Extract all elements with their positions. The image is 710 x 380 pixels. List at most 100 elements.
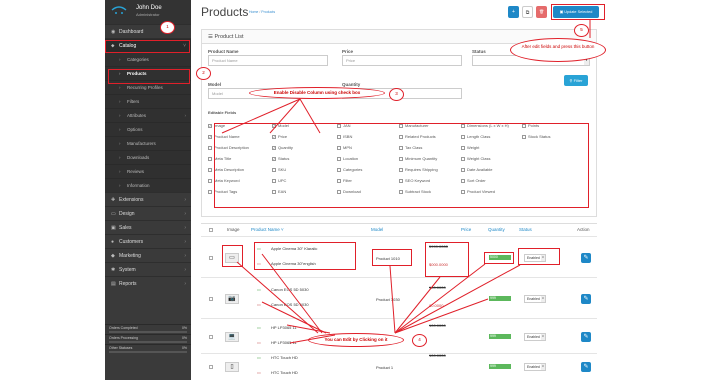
menu-sales[interactable]: ▣ Sales › bbox=[105, 220, 191, 234]
product-special-price[interactable]: 80.0000 bbox=[429, 303, 443, 308]
product-model[interactable]: Product 1 bbox=[376, 365, 393, 370]
status-label: Status bbox=[472, 49, 486, 54]
user-avatar-icon bbox=[111, 4, 127, 18]
chevron-right-icon: › bbox=[184, 197, 186, 203]
menu-customers[interactable]: ● Customers › bbox=[105, 234, 191, 248]
stat-orders-completed: Orders Completed 0% bbox=[105, 324, 191, 334]
user-profile: John Doe Administrator bbox=[105, 0, 191, 24]
stat-progress-bar bbox=[109, 331, 187, 333]
camera-thumbnail[interactable]: 📷 bbox=[225, 294, 239, 304]
submenu-attributes[interactable]: › Attributes › bbox=[105, 108, 191, 122]
sidebar: John Doe Administrator ◉ Dashboard ⬥ Catal… bbox=[105, 0, 191, 380]
step-3-marker: 3 bbox=[389, 88, 404, 101]
product-name-input[interactable]: Product Name bbox=[208, 55, 328, 66]
submenu-manufacturers[interactable]: › Manufacturers bbox=[105, 136, 191, 150]
select-all-checkbox[interactable] bbox=[209, 228, 213, 232]
chevron-right-icon: › bbox=[184, 239, 186, 245]
status-select[interactable]: Enabled ▼ bbox=[524, 295, 546, 303]
stat-progress-bar bbox=[109, 341, 187, 343]
product-name-en[interactable]: HP LP3065 11 bbox=[271, 325, 297, 330]
row-checkbox[interactable] bbox=[209, 256, 213, 260]
col-quantity[interactable]: Quantity bbox=[488, 224, 505, 236]
checkbox-box[interactable] bbox=[208, 189, 212, 194]
submenu-label: Options bbox=[127, 127, 143, 132]
product-name-alt[interactable]: HP LP3065 11 bbox=[271, 340, 297, 345]
edit-button[interactable]: ✎ bbox=[581, 362, 591, 372]
arrow-right-icon: › bbox=[119, 99, 121, 104]
row-checkbox[interactable] bbox=[209, 365, 213, 369]
user-icon: ● bbox=[111, 239, 115, 245]
row-checkbox[interactable] bbox=[209, 297, 213, 301]
enable-disable-callout: Enable Disable Column using check box bbox=[249, 87, 385, 99]
flag-icon: ▭ bbox=[257, 287, 261, 292]
copy-button[interactable]: ⧉ bbox=[522, 6, 533, 18]
arrow-right-icon: › bbox=[119, 127, 121, 132]
col-price[interactable]: Price bbox=[461, 224, 471, 236]
delete-button[interactable]: 🗑 bbox=[536, 6, 547, 18]
menu-reports[interactable]: ▤ Reports › bbox=[105, 276, 191, 290]
product-name-en[interactable]: Canon EOS 5D 5030 bbox=[271, 287, 309, 292]
col-product-name[interactable]: Product Name ˅ bbox=[251, 224, 284, 236]
checkbox-box[interactable] bbox=[208, 167, 212, 172]
breadcrumb-current[interactable]: Products bbox=[261, 10, 275, 14]
submenu-categories[interactable]: › Categories bbox=[105, 52, 191, 66]
edit-button[interactable]: ✎ bbox=[581, 253, 591, 263]
table-row: 📷 ▭ Canon EOS 5D 5030 ▭ Canon EOS 5D 5030 Pro… bbox=[201, 277, 597, 318]
checkbox-box[interactable] bbox=[208, 145, 212, 150]
product-name-en[interactable]: HTC Touch HD bbox=[271, 355, 298, 360]
submenu-options[interactable]: › Options bbox=[105, 122, 191, 136]
table-header-row: Image Product Name ˅ Model Price Quantit… bbox=[201, 223, 597, 235]
menu-design[interactable]: ▭ Design › bbox=[105, 206, 191, 220]
status-select[interactable]: Enabled ▼ bbox=[524, 363, 546, 371]
product-model[interactable]: Product 3030 bbox=[376, 297, 400, 302]
arrow-right-icon: › bbox=[119, 141, 121, 146]
add-button[interactable]: + bbox=[508, 6, 519, 18]
highlight-quantity-cell bbox=[484, 252, 514, 264]
row-checkbox[interactable] bbox=[209, 335, 213, 339]
col-status[interactable]: Status bbox=[519, 224, 532, 236]
submenu-label: Information bbox=[127, 183, 150, 188]
edit-button[interactable]: ✎ bbox=[581, 294, 591, 304]
menu-label: Reports bbox=[119, 281, 137, 287]
submenu-information[interactable]: › Information bbox=[105, 178, 191, 192]
product-price[interactable]: 100.0000 bbox=[429, 285, 446, 290]
col-model[interactable]: Model bbox=[371, 224, 383, 236]
filter-button[interactable]: ⚲ Filter bbox=[564, 75, 588, 86]
checkbox-box[interactable]: ✓ bbox=[208, 134, 212, 139]
checkbox-box[interactable] bbox=[208, 178, 212, 183]
quantity-badge[interactable]: 999 bbox=[489, 334, 511, 339]
status-select[interactable]: Enabled ▼ bbox=[524, 333, 546, 341]
status-value: Enabled bbox=[527, 297, 540, 301]
highlight-name-cell bbox=[254, 242, 356, 270]
product-price[interactable]: 100.0000 bbox=[429, 323, 446, 328]
menu-system[interactable]: ✱ System › bbox=[105, 262, 191, 276]
editable-fields-title: Editable Fields bbox=[208, 110, 237, 115]
laptop-thumbnail[interactable]: 💻 bbox=[225, 332, 239, 342]
quantity-badge[interactable]: 999 bbox=[489, 364, 511, 369]
arrow-right-icon: › bbox=[119, 57, 121, 62]
user-role: Administrator bbox=[136, 12, 160, 17]
menu-label: System bbox=[119, 267, 136, 273]
submenu-label: Manufacturers bbox=[127, 141, 156, 146]
submenu-filters[interactable]: › Filters bbox=[105, 94, 191, 108]
menu-dashboard[interactable]: ◉ Dashboard bbox=[105, 24, 191, 38]
quantity-badge[interactable]: 999 bbox=[489, 296, 511, 301]
order-stats: Orders Completed 0% Orders Processing 0% O… bbox=[105, 324, 191, 354]
product-name-alt[interactable]: HTC Touch HD bbox=[271, 370, 298, 375]
menu-label: Marketing bbox=[119, 253, 141, 259]
submenu-downloads[interactable]: › Downloads bbox=[105, 150, 191, 164]
product-price[interactable]: 100.0000 bbox=[429, 353, 446, 358]
breadcrumb-home[interactable]: Home bbox=[249, 10, 258, 14]
submenu-reviews[interactable]: › Reviews bbox=[105, 164, 191, 178]
menu-marketing[interactable]: ◆ Marketing › bbox=[105, 248, 191, 262]
edit-button[interactable]: ✎ bbox=[581, 332, 591, 342]
menu-extensions[interactable]: ✚ Extensions › bbox=[105, 192, 191, 206]
checkbox-box[interactable]: ✓ bbox=[208, 123, 212, 128]
cart-icon: ▣ bbox=[111, 225, 116, 231]
arrow-right-icon: › bbox=[119, 183, 121, 188]
price-input[interactable]: Price bbox=[342, 55, 462, 66]
chevron-right-icon: › bbox=[184, 267, 186, 273]
phone-thumbnail[interactable]: ▯ bbox=[225, 362, 239, 372]
checkbox-box[interactable] bbox=[208, 156, 212, 161]
product-name-alt[interactable]: Canon EOS 5D 5030 bbox=[271, 302, 309, 307]
